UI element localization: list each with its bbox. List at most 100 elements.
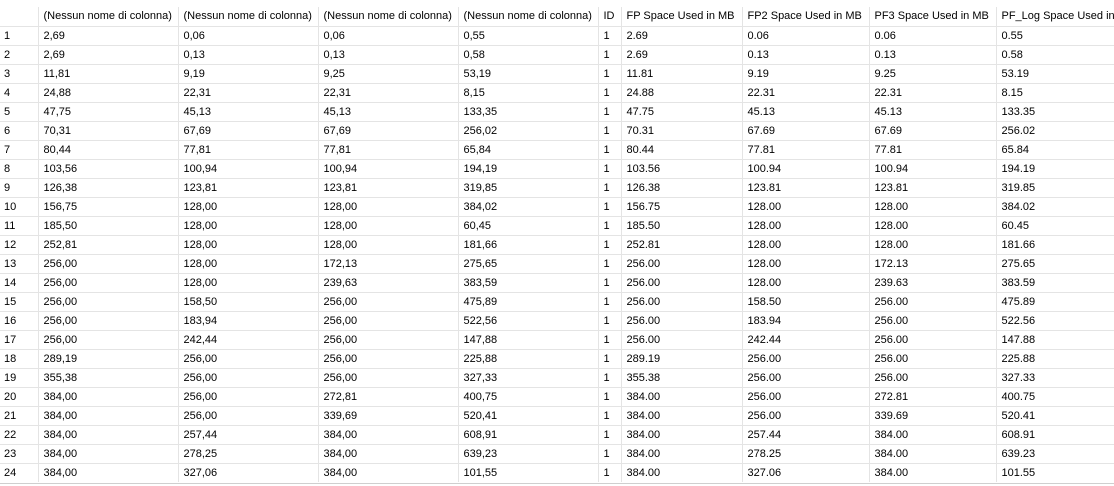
grid-cell[interactable]: 256,00 <box>318 368 459 388</box>
grid-cell[interactable]: 384.00 <box>621 387 743 407</box>
row-number[interactable]: 24 <box>0 463 39 482</box>
table-row[interactable]: 7 80,44 77,81 77,81 65,84 1 80.44 77.81 77.81 65.… <box>0 140 1114 160</box>
grid-cell[interactable]: 183.94 <box>742 311 870 331</box>
grid-cell[interactable]: 53,19 <box>458 64 599 84</box>
grid-cell[interactable]: 339.69 <box>869 406 997 426</box>
grid-cell[interactable]: 383.59 <box>996 273 1114 293</box>
grid-cell[interactable]: 100.94 <box>742 159 870 179</box>
grid-cell[interactable]: 256,00 <box>178 406 319 426</box>
grid-cell[interactable]: 384.00 <box>869 463 997 482</box>
grid-cell[interactable]: 67.69 <box>869 121 997 141</box>
grid-cell[interactable]: 60,45 <box>458 216 599 236</box>
grid-cell[interactable]: 147.88 <box>996 330 1114 350</box>
grid-cell[interactable]: 520,41 <box>458 406 599 426</box>
grid-cell[interactable]: 339,69 <box>318 406 459 426</box>
grid-cell[interactable]: 252.81 <box>621 235 743 255</box>
grid-cell[interactable]: 252,81 <box>38 235 179 255</box>
grid-cell[interactable]: 522,56 <box>458 311 599 331</box>
grid-cell[interactable]: 0.06 <box>869 26 997 46</box>
grid-cell[interactable]: 256.00 <box>742 349 870 369</box>
grid-cell[interactable]: 128.00 <box>869 235 997 255</box>
grid-cell[interactable]: 256,00 <box>318 349 459 369</box>
grid-cell[interactable]: 275,65 <box>458 254 599 274</box>
grid-cell[interactable]: 256,00 <box>38 330 179 350</box>
grid-cell[interactable]: 256.00 <box>742 368 870 388</box>
grid-cell[interactable]: 384,00 <box>38 387 179 407</box>
grid-cell[interactable]: 181.66 <box>996 235 1114 255</box>
results-grid[interactable]: (Nessun nome di colonna) (Nessun nome di … <box>0 7 1114 482</box>
row-number[interactable]: 19 <box>0 368 39 388</box>
grid-cell[interactable]: 608.91 <box>996 425 1114 445</box>
column-header[interactable]: (Nessun nome di colonna) <box>458 7 599 27</box>
grid-cell[interactable]: 256,00 <box>38 292 179 312</box>
table-row[interactable]: 8 103,56 100,94 100,94 194,19 1 103.56 100.94 10… <box>0 159 1114 179</box>
grid-cell[interactable]: 256,00 <box>38 311 179 331</box>
table-row[interactable]: 10 156,75 128,00 128,00 384,02 1 156.75 128.00 1… <box>0 197 1114 217</box>
grid-cell[interactable]: 172.13 <box>869 254 997 274</box>
grid-cell[interactable]: 8,15 <box>458 83 599 103</box>
column-header[interactable]: FP2 Space Used in MB <box>742 7 870 27</box>
grid-cell[interactable]: 1 <box>598 64 622 84</box>
grid-cell[interactable]: 123,81 <box>178 178 319 198</box>
grid-cell[interactable]: 1 <box>598 387 622 407</box>
grid-cell[interactable]: 0,13 <box>318 45 459 65</box>
grid-cell[interactable]: 67,69 <box>318 121 459 141</box>
grid-cell[interactable]: 158,50 <box>178 292 319 312</box>
grid-cell[interactable]: 0,06 <box>318 26 459 46</box>
grid-cell[interactable]: 384,00 <box>38 406 179 426</box>
grid-cell[interactable]: 256,00 <box>38 273 179 293</box>
row-number[interactable]: 7 <box>0 140 39 160</box>
grid-cell[interactable]: 126,38 <box>38 178 179 198</box>
grid-cell[interactable]: 256,00 <box>318 311 459 331</box>
grid-cell[interactable]: 327,06 <box>178 463 319 482</box>
grid-cell[interactable]: 80.44 <box>621 140 743 160</box>
row-number[interactable]: 11 <box>0 216 39 236</box>
column-header[interactable]: ID <box>598 7 622 27</box>
grid-cell[interactable]: 289,19 <box>38 349 179 369</box>
grid-cell[interactable]: 67,69 <box>178 121 319 141</box>
grid-cell[interactable]: 384,00 <box>318 463 459 482</box>
grid-cell[interactable]: 239,63 <box>318 273 459 293</box>
grid-cell[interactable]: 1 <box>598 216 622 236</box>
grid-cell[interactable]: 77.81 <box>869 140 997 160</box>
table-row[interactable]: 13 256,00 128,00 172,13 275,65 1 256.00 128.00 1… <box>0 254 1114 274</box>
grid-cell[interactable]: 70,31 <box>38 121 179 141</box>
grid-cell[interactable]: 1 <box>598 368 622 388</box>
grid-cell[interactable]: 2.69 <box>621 26 743 46</box>
grid-cell[interactable]: 0.06 <box>742 26 870 46</box>
row-number[interactable]: 22 <box>0 425 39 445</box>
grid-cell[interactable]: 327.33 <box>996 368 1114 388</box>
grid-cell[interactable]: 22.31 <box>869 83 997 103</box>
grid-cell[interactable]: 256.00 <box>621 273 743 293</box>
grid-cell[interactable]: 608,91 <box>458 425 599 445</box>
grid-cell[interactable]: 1 <box>598 292 622 312</box>
grid-cell[interactable]: 384,00 <box>38 444 179 464</box>
grid-cell[interactable]: 65,84 <box>458 140 599 160</box>
column-header[interactable]: PF3 Space Used in MB <box>869 7 997 27</box>
grid-cell[interactable]: 103,56 <box>38 159 179 179</box>
grid-cell[interactable]: 123.81 <box>742 178 870 198</box>
grid-cell[interactable]: 475.89 <box>996 292 1114 312</box>
grid-cell[interactable]: 475,89 <box>458 292 599 312</box>
grid-cell[interactable]: 128,00 <box>318 216 459 236</box>
grid-cell[interactable]: 278.25 <box>742 444 870 464</box>
grid-cell[interactable]: 355,38 <box>38 368 179 388</box>
grid-cell[interactable]: 45.13 <box>869 102 997 122</box>
grid-cell[interactable]: 256.02 <box>996 121 1114 141</box>
grid-cell[interactable]: 1 <box>598 197 622 217</box>
grid-cell[interactable]: 1 <box>598 425 622 445</box>
grid-cell[interactable]: 100,94 <box>178 159 319 179</box>
grid-cell[interactable]: 0,58 <box>458 45 599 65</box>
grid-cell[interactable]: 0,13 <box>178 45 319 65</box>
grid-cell[interactable]: 183,94 <box>178 311 319 331</box>
table-row[interactable]: 5 47,75 45,13 45,13 133,35 1 47.75 45.13 45.13 13… <box>0 102 1114 122</box>
grid-cell[interactable]: 400.75 <box>996 387 1114 407</box>
grid-cell[interactable]: 77,81 <box>178 140 319 160</box>
grid-cell[interactable]: 128.00 <box>869 197 997 217</box>
grid-cell[interactable]: 256.00 <box>621 292 743 312</box>
grid-cell[interactable]: 53.19 <box>996 64 1114 84</box>
grid-cell[interactable]: 384,00 <box>318 444 459 464</box>
grid-cell[interactable]: 101.55 <box>996 463 1114 482</box>
table-row[interactable]: 15 256,00 158,50 256,00 475,89 1 256.00 158.50 2… <box>0 292 1114 312</box>
grid-cell[interactable]: 522.56 <box>996 311 1114 331</box>
